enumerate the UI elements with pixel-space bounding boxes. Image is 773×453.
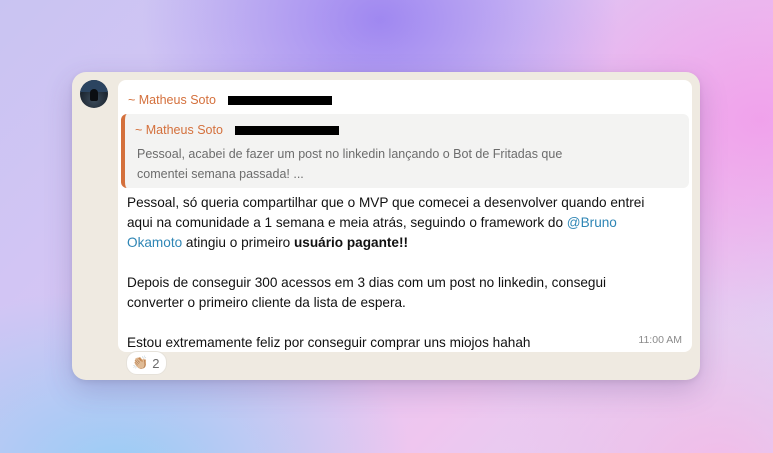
quote-sender-row: ~ Matheus Soto xyxy=(135,122,339,138)
message-time: 11:00 AM xyxy=(638,334,682,346)
reaction-pill[interactable]: 👏🏼 2 xyxy=(126,351,168,375)
redacted-phone xyxy=(227,95,332,105)
p1-line2: aqui na comunidade a 1 semana e meia atr… xyxy=(127,215,567,230)
chat-card: ~ Matheus Soto ~ Matheus Soto Pessoal, a… xyxy=(72,72,700,380)
quote-redacted-phone xyxy=(234,125,339,135)
p1-line1: Pessoal, só queria compartilhar que o MV… xyxy=(127,195,645,210)
sender-row: ~ Matheus Soto xyxy=(128,92,332,108)
message-body: Pessoal, só queria compartilhar que o MV… xyxy=(127,193,689,353)
paragraph-2: Depois de conseguir 300 acessos em 3 dia… xyxy=(127,273,689,313)
paragraph-3: Estou extremamente feliz por conseguir c… xyxy=(127,333,689,353)
quoted-message[interactable]: ~ Matheus Soto Pessoal, acabei de fazer … xyxy=(121,114,689,188)
quote-text: Pessoal, acabei de fazer um post no link… xyxy=(137,144,607,184)
sender-avatar[interactable] xyxy=(80,80,108,108)
bold-text: usuário pagante!! xyxy=(293,235,409,250)
avatar-person xyxy=(90,89,98,101)
quote-sender-name: ~ Matheus Soto xyxy=(135,123,223,137)
message-bubble[interactable]: ~ Matheus Soto ~ Matheus Soto Pessoal, a… xyxy=(118,80,692,352)
p2-line2: converter o primeiro cliente da lista de… xyxy=(127,295,406,310)
reaction-count: 2 xyxy=(152,355,160,371)
p1-line3: atingiu o primeiro xyxy=(182,235,294,250)
p3-line1: Estou extremamente feliz por conseguir c… xyxy=(127,335,531,350)
clap-emoji-icon: 👏🏼 xyxy=(132,355,149,370)
mention-link[interactable]: @Bruno xyxy=(567,215,617,230)
sender-name[interactable]: ~ Matheus Soto xyxy=(128,93,216,107)
quote-line-1: Pessoal, acabei de fazer um post no link… xyxy=(137,147,563,161)
paragraph-1: Pessoal, só queria compartilhar que o MV… xyxy=(127,193,689,253)
mention-link-cont[interactable]: Okamoto xyxy=(127,235,182,250)
p2-line1: Depois de conseguir 300 acessos em 3 dia… xyxy=(127,275,607,290)
quote-line-2: comentei semana passada! ... xyxy=(137,167,304,181)
